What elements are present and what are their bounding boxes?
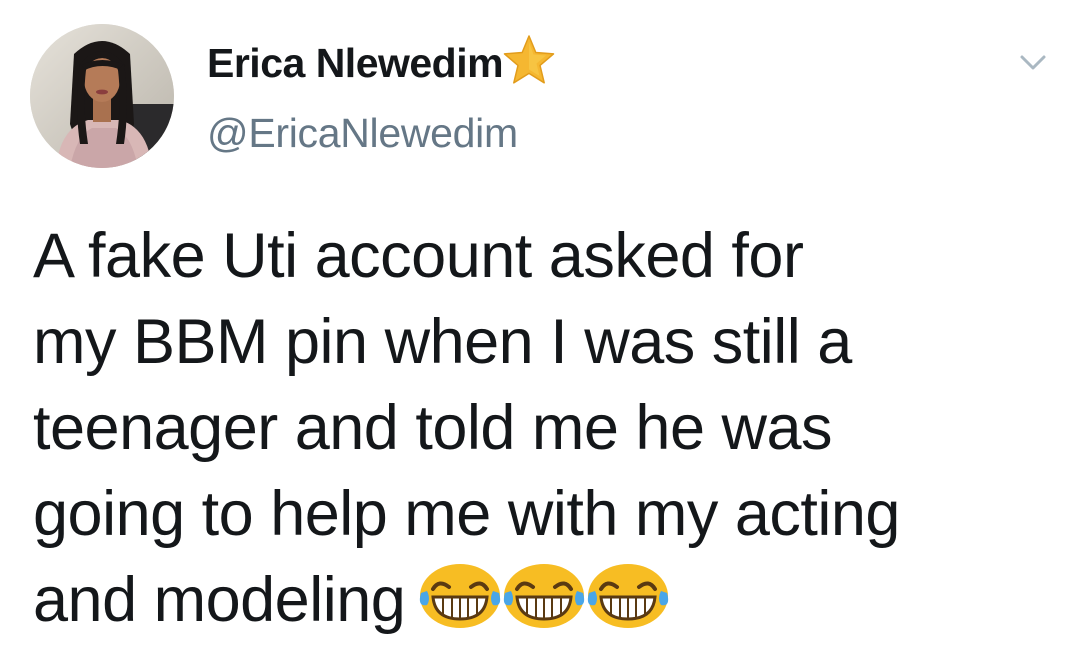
display-name[interactable]: Erica Nlewedim (207, 40, 504, 87)
tears-of-joy-emoji-icon (588, 564, 669, 628)
tweet-text-line: teenager and told me he was (33, 393, 833, 463)
tweet-text-line: and modeling (33, 565, 406, 635)
star-icon (503, 35, 555, 84)
tears-of-joy-emoji-icon (504, 564, 585, 628)
tweet-text: A fake Uti account asked for my BBM pin … (33, 213, 1053, 643)
tweet-text-line: going to help me with my acting (33, 479, 900, 549)
tweet-text-last-line: and modeling (33, 557, 1053, 643)
tears-of-joy-emoji-icon (420, 564, 501, 628)
tweet-text-line: my BBM pin when I was still a (33, 307, 852, 377)
author-name-row[interactable]: Erica Nlewedim (207, 35, 557, 88)
tweet-text-line: A fake Uti account asked for (33, 221, 804, 291)
author-handle[interactable]: @EricaNlewedim (207, 110, 518, 157)
avatar[interactable] (30, 24, 174, 168)
tweet-card: Erica Nlewedim @EricaNlewedim A fake Uti… (0, 0, 1080, 661)
chevron-down-icon[interactable] (1018, 50, 1048, 74)
